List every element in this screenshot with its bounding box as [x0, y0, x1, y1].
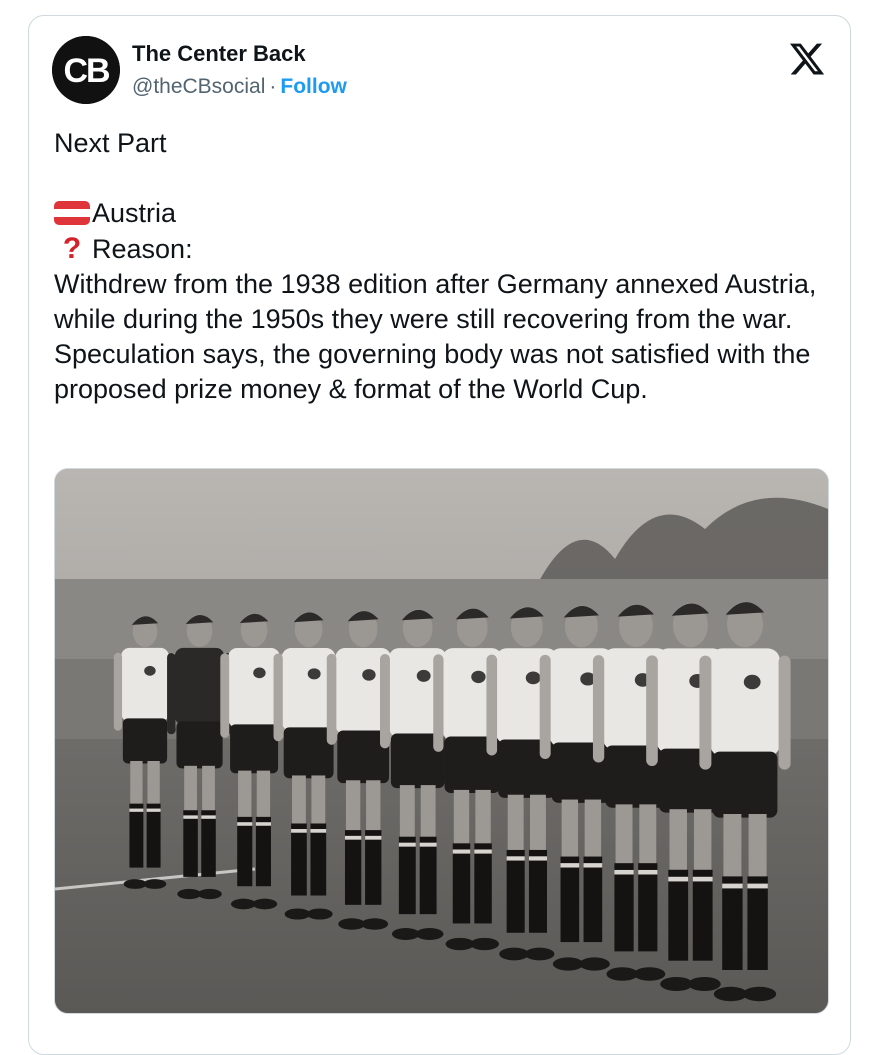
- author-name[interactable]: The Center Back: [132, 41, 306, 67]
- austria-flag-icon: [54, 201, 90, 225]
- country-name: Austria: [92, 198, 177, 228]
- avatar-initials: CB: [63, 52, 110, 90]
- tweet-line-country: Austria: [54, 196, 824, 231]
- tweet-line-reason: ? Reason:: [54, 231, 824, 267]
- separator-dot: ·: [269, 75, 277, 98]
- follow-button[interactable]: Follow: [280, 75, 347, 98]
- reason-label: Reason:: [92, 234, 193, 264]
- tweet-photo[interactable]: [54, 468, 829, 1014]
- reason-body: Withdrew from the 1938 edition after Ger…: [54, 269, 817, 404]
- tweet-line-next-part: Next Part: [54, 128, 167, 158]
- author-handle[interactable]: @theCBsocial: [132, 75, 265, 98]
- avatar[interactable]: CB: [52, 36, 120, 104]
- tweet-card[interactable]: CB The Center Back @theCBsocial · Follow N…: [28, 15, 851, 1055]
- tweet-text: Next Part Austria ? Reason: Withdrew from…: [54, 126, 824, 407]
- x-logo-icon[interactable]: [788, 40, 826, 78]
- handle-row: @theCBsocial · Follow: [132, 75, 347, 99]
- red-question-mark-icon: ?: [62, 232, 82, 265]
